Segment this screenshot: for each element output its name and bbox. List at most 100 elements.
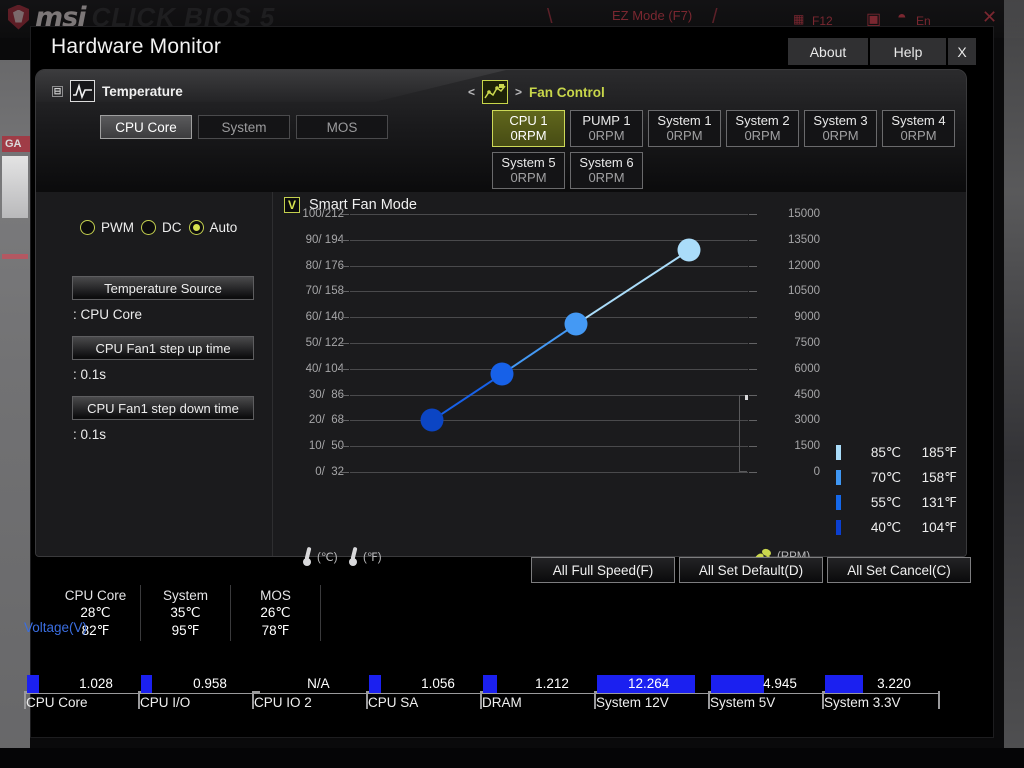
monitor-panel: ⊟ Temperature < > Fan Control CPU Core S… bbox=[35, 69, 967, 557]
voltage-value: 1.028 bbox=[79, 676, 113, 691]
all-full-speed-button[interactable]: All Full Speed(F) bbox=[531, 557, 675, 583]
voltage-bar bbox=[483, 675, 497, 693]
chart-plot-area[interactable] bbox=[341, 214, 757, 473]
rpm-tick-label: 3000 bbox=[794, 414, 820, 427]
next-arrow-icon[interactable]: > bbox=[515, 85, 522, 99]
fan-curve-point-2[interactable] bbox=[490, 362, 514, 386]
voltage-label: System 5V bbox=[710, 695, 776, 710]
radio-pwm-dot bbox=[80, 220, 95, 235]
fan-curve-point-3[interactable] bbox=[564, 312, 588, 336]
hardware-monitor-window: Hardware Monitor About Help X ⊟ Temperat… bbox=[30, 26, 994, 738]
y-tick-mark bbox=[341, 472, 349, 473]
gridline bbox=[350, 472, 748, 473]
fan-button-system-1[interactable]: System 1 0RPM bbox=[648, 110, 721, 147]
exit-x-icon[interactable]: ✕ bbox=[982, 7, 997, 28]
collapse-icon[interactable]: ⊟ bbox=[52, 85, 63, 97]
y-tick-mark bbox=[341, 265, 349, 267]
rpm-tick-label: 15000 bbox=[788, 208, 820, 220]
ez-mode-label[interactable]: EZ Mode (F7) bbox=[612, 8, 692, 23]
fan-button-system-5[interactable]: System 5 0RPM bbox=[492, 152, 565, 189]
legend-celsius: 40℃ bbox=[870, 519, 901, 535]
legend-voltage: 1.56V bbox=[957, 520, 966, 535]
screenshot-icon[interactable]: ▦ bbox=[793, 12, 804, 26]
fan-control-section-header: < > Fan Control bbox=[468, 80, 605, 104]
vertical-divider bbox=[272, 192, 273, 556]
fan-button-system-2[interactable]: System 2 0RPM bbox=[726, 110, 799, 147]
prev-arrow-icon[interactable]: < bbox=[468, 85, 475, 99]
fan-chart-icon bbox=[482, 80, 509, 104]
tab-system[interactable]: System bbox=[198, 115, 290, 139]
action-buttons: All Full Speed(F) All Set Default(D) All… bbox=[531, 557, 971, 583]
voltage-label: System 12V bbox=[596, 695, 669, 710]
voltage-bar bbox=[141, 675, 152, 693]
readout-fahrenheit: 95℉ bbox=[171, 622, 200, 638]
y-tick-mark bbox=[341, 291, 349, 293]
chart-legend: 85℃ 185℉12.00V 70℃ 158℉7.56V 55℃ 131℉4.56V 40℃… bbox=[836, 440, 966, 540]
y-tick-mark bbox=[341, 446, 349, 448]
readout-celsius: 28℃ bbox=[80, 605, 111, 621]
voltage-value: 3.220 bbox=[877, 676, 911, 691]
readout-label: System bbox=[162, 588, 208, 603]
all-set-default-button[interactable]: All Set Default(D) bbox=[679, 557, 823, 583]
voltage-item-cpu-sa: 1.056 CPU SA bbox=[366, 665, 480, 713]
all-set-cancel-button[interactable]: All Set Cancel(C) bbox=[827, 557, 971, 583]
radio-auto[interactable]: Auto bbox=[188, 220, 238, 235]
fan-name: System 1 bbox=[657, 112, 712, 128]
y-tick-mark bbox=[341, 239, 349, 241]
voltage-label: System 3.3V bbox=[824, 695, 901, 710]
voltage-bar bbox=[27, 675, 39, 693]
ga-badge: GA bbox=[2, 136, 30, 152]
legend-celsius: 70℃ bbox=[870, 469, 901, 485]
rpm-tick-label: 4500 bbox=[794, 388, 820, 401]
voltage-value: N/A bbox=[307, 676, 330, 691]
rpm-tick-mark bbox=[749, 368, 757, 370]
step-up-time-button[interactable]: CPU Fan1 step up time bbox=[72, 336, 254, 360]
rpm-tick-label: 0 bbox=[813, 466, 820, 478]
close-button[interactable]: X bbox=[947, 37, 977, 66]
radio-auto-label: Auto bbox=[209, 220, 238, 235]
radio-pwm[interactable]: PWM bbox=[80, 220, 134, 235]
field-step-up-time: CPU Fan1 step up time : 0.1s bbox=[72, 336, 254, 382]
tab-mos[interactable]: MOS bbox=[296, 115, 388, 139]
fan-rpm: 0RPM bbox=[822, 127, 859, 143]
radio-dc-label: DC bbox=[162, 220, 182, 235]
help-button[interactable]: Help bbox=[869, 37, 947, 66]
thermometer-fahrenheit-icon bbox=[349, 546, 359, 566]
rpm-tick-mark bbox=[749, 394, 757, 396]
fan-curve-point-4[interactable] bbox=[677, 238, 701, 262]
fan-button-system-4[interactable]: System 4 0RPM bbox=[882, 110, 955, 147]
fahrenheit-unit-label: (℉) bbox=[363, 551, 382, 564]
about-button[interactable]: About bbox=[787, 37, 869, 66]
temperature-source-button[interactable]: Temperature Source bbox=[72, 276, 254, 300]
language-icon[interactable]: ◓ bbox=[897, 9, 907, 27]
legend-color-swatch bbox=[836, 520, 841, 535]
rpm-tick-mark bbox=[749, 265, 757, 267]
fan-button-system-6[interactable]: System 6 0RPM bbox=[570, 152, 643, 189]
voltage-section-title: Voltage(V) bbox=[24, 620, 88, 635]
y-tick-label: 0/ 32 bbox=[315, 466, 344, 478]
voltage-label: CPU I/O bbox=[140, 695, 191, 710]
y-tick-label: 10/ 50 bbox=[308, 440, 344, 453]
field-step-down-time: CPU Fan1 step down time : 0.1s bbox=[72, 396, 254, 442]
rpm-tick-mark bbox=[749, 317, 757, 319]
radio-pwm-label: PWM bbox=[101, 220, 134, 235]
voltage-bar bbox=[825, 675, 864, 693]
y-tick-label: 60/ 140 bbox=[305, 311, 344, 324]
fan-rpm: 0RPM bbox=[744, 127, 781, 143]
celsius-unit-label: (℃) bbox=[317, 551, 338, 564]
fan-name: System 2 bbox=[735, 112, 790, 128]
fan-button-pump-1[interactable]: PUMP 1 0RPM bbox=[570, 110, 643, 147]
fan-button-system-3[interactable]: System 3 0RPM bbox=[804, 110, 877, 147]
tab-cpu-core[interactable]: CPU Core bbox=[100, 115, 192, 139]
smart-fan-mode-checkbox[interactable]: V bbox=[284, 197, 300, 213]
voltage-label: CPU IO 2 bbox=[254, 695, 312, 710]
voltage-item-system-12v: 12.264 System 12V bbox=[594, 665, 708, 713]
radio-dc[interactable]: DC bbox=[141, 220, 182, 235]
fan-rpm: 0RPM bbox=[510, 127, 547, 143]
y-tick-label: 20/ 68 bbox=[308, 414, 344, 427]
legend-color-swatch bbox=[836, 470, 841, 485]
y-tick-label: 40/ 104 bbox=[305, 362, 344, 375]
step-down-time-button[interactable]: CPU Fan1 step down time bbox=[72, 396, 254, 420]
fan-curve-point-1[interactable] bbox=[420, 408, 444, 432]
fan-button-cpu-1[interactable]: CPU 1 0RPM bbox=[492, 110, 565, 147]
